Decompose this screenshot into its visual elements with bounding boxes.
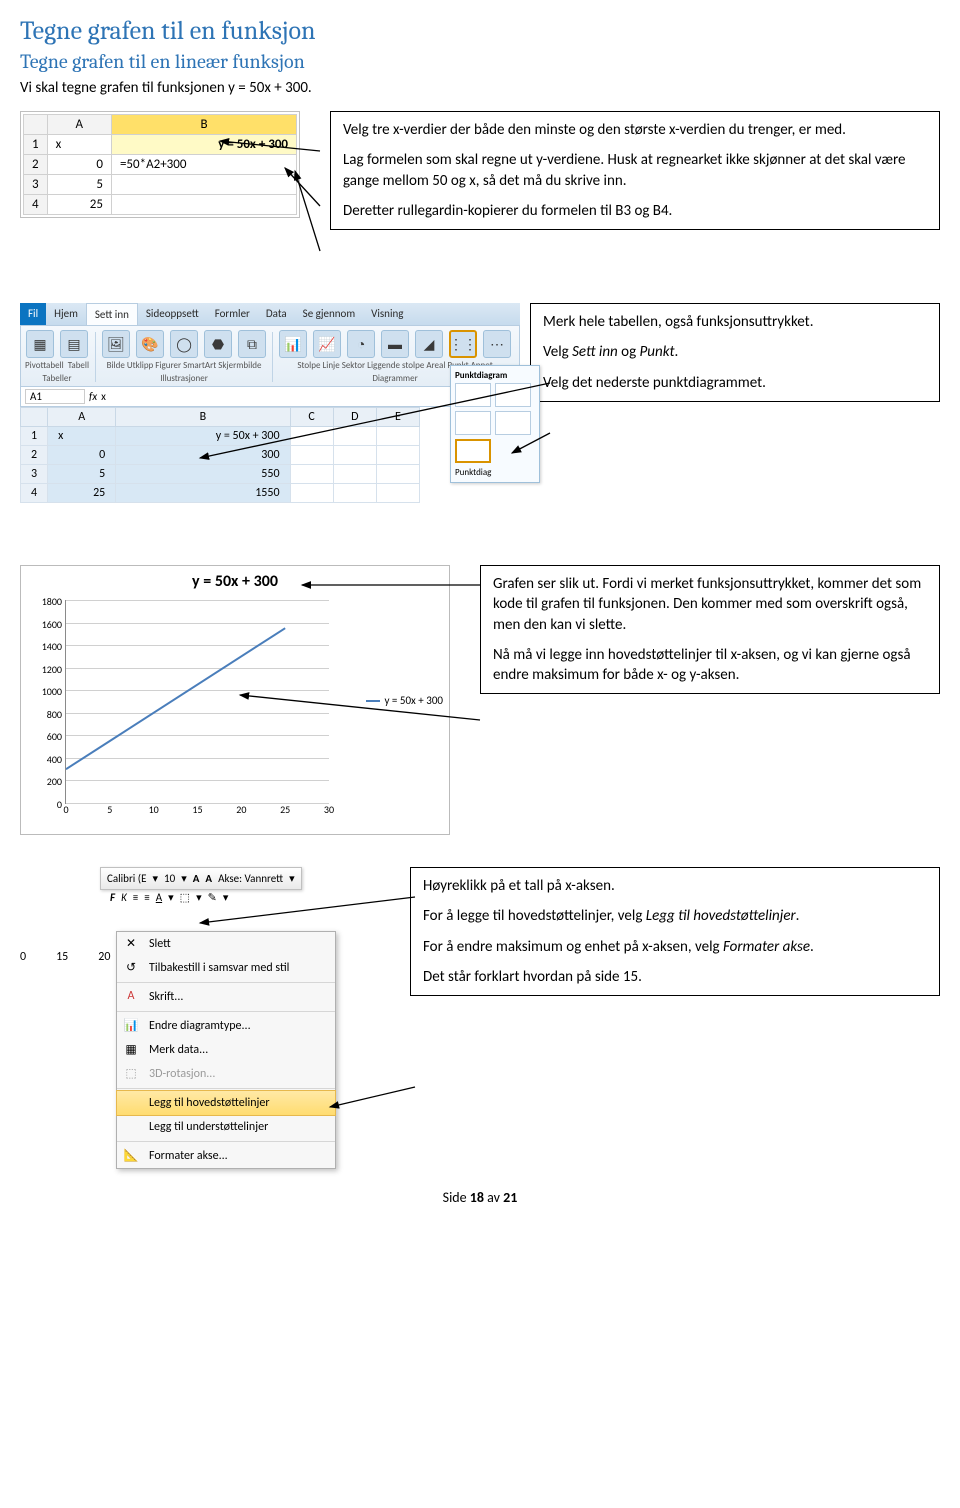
cell-b2-formula[interactable]: =50*A2+300 xyxy=(111,155,296,175)
shapes-icon[interactable]: ◯ xyxy=(170,330,198,358)
intro-text: Vi skal tegne grafen til funksjonen y = … xyxy=(20,79,940,97)
other-chart-icon[interactable]: ⋯ xyxy=(483,330,511,358)
column-chart-icon[interactable]: 📊 xyxy=(279,330,307,358)
instruction-box-1: Velg tre x-verdier der både den minste o… xyxy=(330,111,940,230)
scatter-popup: Punktdiagram Punktdiag xyxy=(450,365,540,483)
name-box[interactable]: A1 xyxy=(25,389,85,404)
cell-a4: 25 xyxy=(47,195,111,215)
cell-a1: x xyxy=(47,135,111,155)
bar-chart-icon[interactable]: ▬ xyxy=(381,330,409,358)
fx-icon[interactable]: fx xyxy=(89,390,97,403)
instruction-box-4: Høyreklikk på et tall på x-aksen. For å … xyxy=(410,867,940,996)
pie-chart-icon[interactable]: ◔ xyxy=(347,330,375,358)
line-chart-figure: y = 50x + 300 y = 50x + 300 020040060080… xyxy=(20,565,470,845)
tab-visning[interactable]: Visning xyxy=(363,303,411,325)
formula-bar-value[interactable]: x xyxy=(101,390,106,403)
tab-formler[interactable]: Formler xyxy=(207,303,258,325)
tab-fil[interactable]: Fil xyxy=(20,303,46,325)
cell-a3: 5 xyxy=(47,175,111,195)
tab-sideoppsett[interactable]: Sideoppsett xyxy=(138,303,207,325)
chart-legend[interactable]: y = 50x + 300 xyxy=(366,694,443,707)
screenshot-icon[interactable]: ⧉ xyxy=(238,330,266,358)
menu-add-major-gridlines[interactable]: Legg til hovedstøttelinjer xyxy=(116,1090,336,1116)
scatter-type-2[interactable] xyxy=(495,383,531,407)
tab-data[interactable]: Data xyxy=(258,303,295,325)
subheading: Tegne grafen til en lineær funksjon xyxy=(20,50,940,73)
area-chart-icon[interactable]: ◢ xyxy=(415,330,443,358)
scatter-type-5[interactable] xyxy=(455,439,491,463)
picture-icon[interactable]: 🖼 xyxy=(102,330,130,358)
instruction-box-3: Grafen ser slik ut. Fordi vi merket funk… xyxy=(480,565,940,694)
menu-3d-rotation: ⬚3D-rotasjon... xyxy=(117,1062,335,1086)
menu-font[interactable]: ASkrift... xyxy=(117,985,335,1009)
cell-b1: y = 50x + 300 xyxy=(111,135,296,155)
instruction-box-2: Merk hele tabellen, også funksjonsuttryk… xyxy=(530,303,940,402)
scatter-chart-icon[interactable]: ⋮⋮ xyxy=(449,330,477,358)
col-a-header: A xyxy=(47,115,111,135)
clipart-icon[interactable]: 🎨 xyxy=(136,330,164,358)
cell-a2: 0 xyxy=(47,155,111,175)
context-menu: ✕Slett ↺Tilbakestill i samsvar med stil … xyxy=(116,931,336,1169)
table-icon[interactable]: ▤ xyxy=(60,330,88,358)
menu-format-axis[interactable]: 📐Formater akse... xyxy=(117,1144,335,1168)
tab-hjem[interactable]: Hjem xyxy=(46,303,86,325)
menu-reset-style[interactable]: ↺Tilbakestill i samsvar med stil xyxy=(117,956,335,980)
excel-formula-figure: A B 1 x y = 50x + 300 2 0 =50*A2+300 3 xyxy=(20,111,320,281)
menu-select-data[interactable]: ▦Merk data... xyxy=(117,1038,335,1062)
scatter-type-3[interactable] xyxy=(455,411,491,435)
chart-title[interactable]: y = 50x + 300 xyxy=(21,566,449,591)
excel-ribbon-figure: Fil Hjem Sett inn Sideoppsett Formler Da… xyxy=(20,303,520,543)
line-chart-icon[interactable]: 📈 xyxy=(313,330,341,358)
scatter-type-4[interactable] xyxy=(495,411,531,435)
context-menu-figure: Calibri (E▾ 10▾ AA Akse: Vannrett▾ F K ≡… xyxy=(20,867,400,1167)
menu-change-chart-type[interactable]: 📊Endre diagramtype... xyxy=(117,1014,335,1038)
mini-toolbar[interactable]: Calibri (E▾ 10▾ AA Akse: Vannrett▾ xyxy=(100,867,302,890)
smartart-icon[interactable]: ⬣ xyxy=(204,330,232,358)
scatter-type-1[interactable] xyxy=(455,383,491,407)
tab-sett-inn[interactable]: Sett inn xyxy=(86,303,138,325)
col-b-header: B xyxy=(111,115,296,135)
tab-se-gjennom[interactable]: Se gjennom xyxy=(295,303,363,325)
menu-delete[interactable]: ✕Slett xyxy=(117,932,335,956)
pivottable-icon[interactable]: ▦ xyxy=(26,330,54,358)
menu-add-minor-gridlines[interactable]: Legg til understøttelinjer xyxy=(117,1115,335,1139)
page-footer: Side 18 av 21 xyxy=(20,1189,940,1206)
page-title: Tegne grafen til en funksjon xyxy=(20,16,940,46)
